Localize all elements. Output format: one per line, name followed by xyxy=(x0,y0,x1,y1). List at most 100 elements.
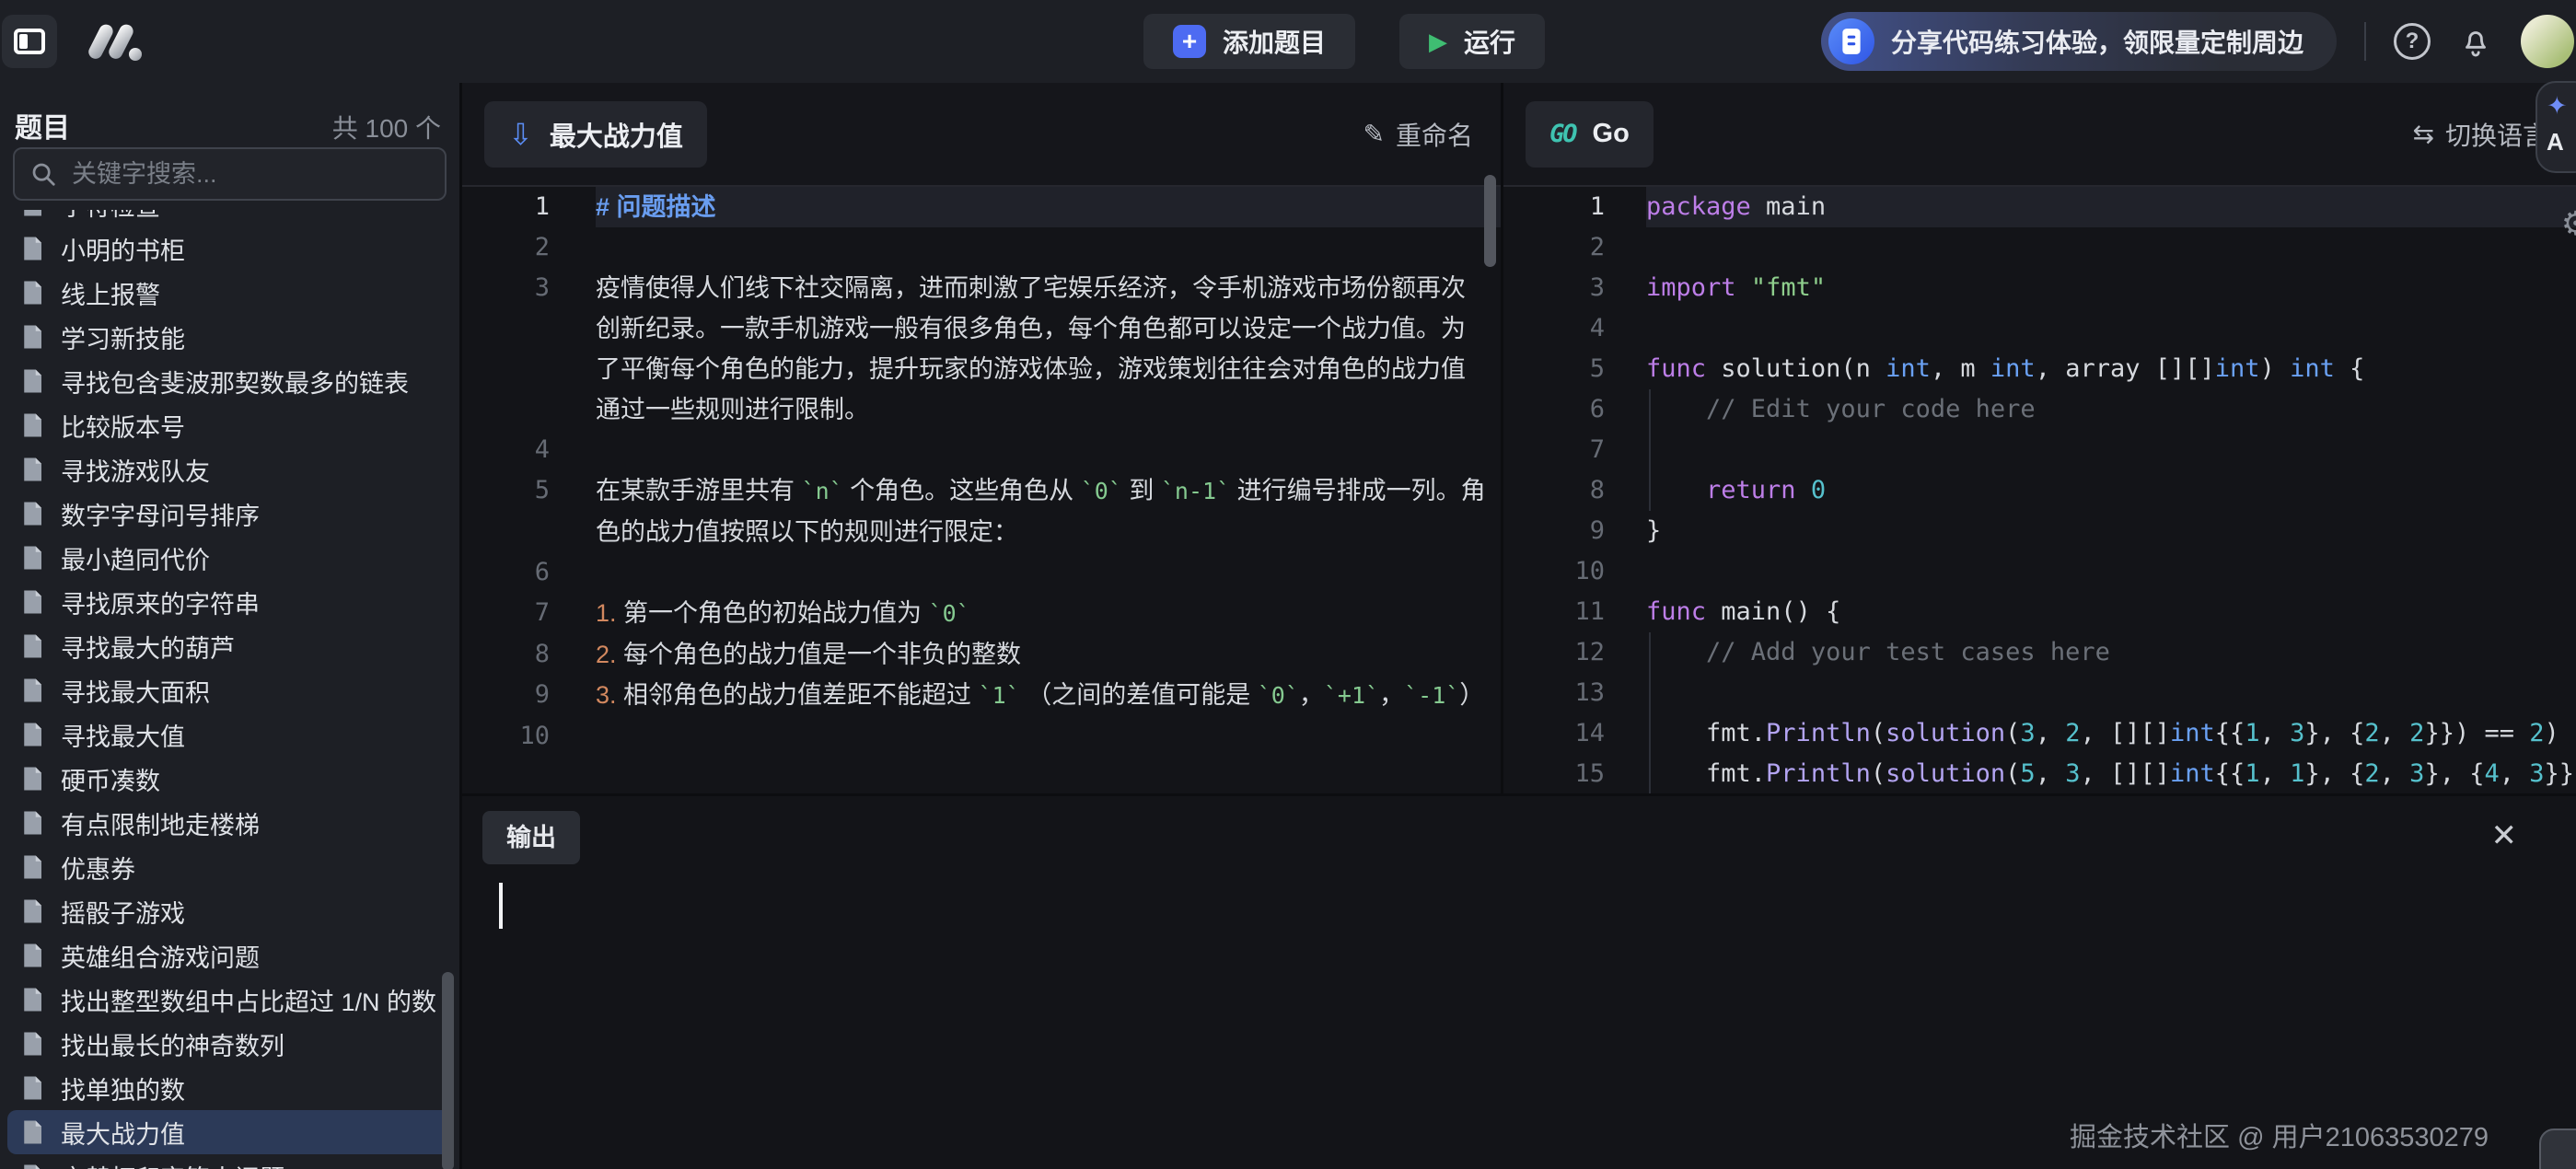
sidebar-scrollbar[interactable] xyxy=(442,972,454,1169)
sidebar-item[interactable]: 英雄组合游戏问题 xyxy=(7,933,452,978)
sidebar-toggle-button[interactable] xyxy=(2,15,57,68)
code-line: 6 // Edit your code here xyxy=(1503,389,2576,430)
sidebar-item[interactable]: 寻找最大面积 xyxy=(7,668,452,712)
ai-letter-icon: A xyxy=(2547,127,2564,156)
code-line: 14 fmt.Println(solution(3, 2, [][]int{{1… xyxy=(1503,713,2576,754)
sidebar-item[interactable]: 交替打印字符串问题 xyxy=(7,1154,452,1169)
code-line-content xyxy=(1646,227,2576,268)
code-line: 8 return 0 xyxy=(1503,470,2576,511)
problem-line-content: 1. 第一个角色的初始战力值为 `0` xyxy=(596,593,1501,634)
problem-scrollbar[interactable] xyxy=(1484,175,1496,267)
search-box[interactable] xyxy=(13,147,447,201)
sidebar-item[interactable]: 摇骰子游戏 xyxy=(7,889,452,933)
sidebar-item[interactable]: 寻找游戏队友 xyxy=(7,447,452,492)
problem-line: 1# 问题描述 xyxy=(462,187,1501,227)
file-icon xyxy=(18,279,46,307)
code-editor[interactable]: 1package main23import "fmt"45func soluti… xyxy=(1503,187,2576,793)
sidebar-item-label: 字符检查 xyxy=(61,210,160,223)
sidebar-item[interactable]: 找出整型数组中占比超过 1/N 的数 xyxy=(7,978,452,1022)
file-icon xyxy=(18,897,46,925)
sidebar-item-label: 硬币凑数 xyxy=(61,761,160,797)
problem-editor[interactable]: 1# 问题描述23疫情使得人们线下社交隔离，进而刺激了宅娱乐经济，令手机游戏市场… xyxy=(462,187,1501,793)
sidebar-item[interactable]: 小明的书柜 xyxy=(7,226,452,271)
code-line-content xyxy=(1646,308,2576,349)
file-icon xyxy=(18,235,46,262)
add-question-button[interactable]: + 添加题目 xyxy=(1143,14,1355,69)
code-line-content xyxy=(1646,551,2576,592)
line-number: 13 xyxy=(1503,673,1605,713)
sidebar-item-label: 最大战力值 xyxy=(61,1115,185,1151)
sidebar-item[interactable]: 寻找最大值 xyxy=(7,712,452,757)
language-tab[interactable]: GO Go xyxy=(1526,101,1654,168)
sidebar-item-label: 寻找游戏队友 xyxy=(61,452,210,488)
line-number: 9 xyxy=(462,675,550,716)
search-input[interactable] xyxy=(70,159,430,190)
line-number: 2 xyxy=(1503,227,1605,268)
sidebar-item[interactable]: 找单独的数 xyxy=(7,1066,452,1110)
line-number: 9 xyxy=(1503,511,1605,551)
file-icon xyxy=(18,323,46,351)
sidebar-item-label: 寻找最大的葫芦 xyxy=(61,629,235,665)
panel-toggle-icon xyxy=(14,29,45,54)
topbar-divider xyxy=(2364,22,2366,61)
sidebar-item[interactable]: 有点限制地走楼梯 xyxy=(7,801,452,845)
problem-line-content xyxy=(596,552,1501,593)
problem-tab[interactable]: ⇩ 最大战力值 xyxy=(484,101,707,168)
file-icon xyxy=(18,367,46,395)
sidebar-item[interactable]: 寻找包含斐波那契数最多的链表 xyxy=(7,359,452,403)
sidebar-item[interactable]: 找出最长的神奇数列 xyxy=(7,1022,452,1066)
user-avatar[interactable] xyxy=(2521,15,2574,68)
add-question-label: 添加题目 xyxy=(1223,23,1326,60)
problem-line-content: # 问题描述 xyxy=(596,187,1501,227)
sidebar-item-label: 小明的书柜 xyxy=(61,231,185,267)
switch-language-button[interactable]: ⇆ 切换语言 xyxy=(2408,115,2554,154)
sidebar-item[interactable]: 线上报警 xyxy=(7,271,452,315)
sidebar-item[interactable]: 最小趋同代价 xyxy=(7,536,452,580)
code-line: 11func main() { xyxy=(1503,592,2576,632)
line-number: 6 xyxy=(1503,389,1605,430)
code-line-content: fmt.Println(solution(5, 3, [][]int{{1, 1… xyxy=(1646,754,2576,793)
ai-assistant-rail[interactable]: ✦ A xyxy=(2535,81,2576,173)
rename-button[interactable]: ✎ 重命名 xyxy=(1358,115,1479,154)
line-number: 15 xyxy=(1503,754,1605,793)
notification-bell-icon[interactable] xyxy=(2458,24,2493,59)
rename-label: 重命名 xyxy=(1396,116,1473,153)
run-button[interactable]: ▶ 运行 xyxy=(1399,14,1545,69)
sidebar-item[interactable]: 比较版本号 xyxy=(7,403,452,447)
code-line: 2 xyxy=(1503,227,2576,268)
sidebar-item[interactable]: 字符检查 xyxy=(7,210,452,226)
code-line: 9} xyxy=(1503,511,2576,551)
sidebar-item-label: 最小趋同代价 xyxy=(61,540,210,576)
file-icon xyxy=(18,1118,46,1146)
corner-floating-button[interactable] xyxy=(2539,1128,2576,1169)
sidebar-item[interactable]: 硬币凑数 xyxy=(7,757,452,801)
file-icon xyxy=(18,677,46,704)
sidebar-item-label: 交替打印字符串问题 xyxy=(61,1159,284,1169)
promo-banner[interactable]: 分享代码练习体验，领限量定制周边 xyxy=(1821,12,2337,71)
file-icon xyxy=(18,544,46,572)
sidebar-item[interactable]: 数字字母问号排序 xyxy=(7,492,452,536)
sidebar-item[interactable]: 学习新技能 xyxy=(7,315,452,359)
problem-line: 5在某款手游里共有 `n` 个角色。这些角色从 `0` 到 `n-1` 进行编号… xyxy=(462,470,1501,552)
help-icon[interactable]: ? xyxy=(2394,23,2431,60)
line-number: 6 xyxy=(462,552,550,593)
code-line: 1package main xyxy=(1503,187,2576,227)
code-line: 7 xyxy=(1503,430,2576,470)
line-number: 5 xyxy=(462,470,550,552)
sidebar-item[interactable]: 最大战力值 xyxy=(7,1110,452,1154)
sidebar-item[interactable]: 寻找最大的葫芦 xyxy=(7,624,452,668)
topbar-actions: + 添加题目 ▶ 运行 xyxy=(1143,14,1545,69)
problem-panel: ⇩ 最大战力值 ✎ 重命名 1# 问题描述23疫情使得人们线下社交隔离，进而刺激… xyxy=(462,83,1501,793)
output-tab[interactable]: 输出 xyxy=(482,811,580,864)
topbar: + 添加题目 ▶ 运行 分享代码练习体验，领限量定制周边 ? xyxy=(0,0,2576,83)
sidebar-item[interactable]: 寻找原来的字符串 xyxy=(7,580,452,624)
problem-line: 6 xyxy=(462,552,1501,593)
file-icon xyxy=(18,986,46,1013)
sidebar-item[interactable]: 优惠券 xyxy=(7,845,452,889)
file-icon xyxy=(18,456,46,483)
close-output-icon[interactable]: ✕ xyxy=(2486,816,2524,855)
file-icon xyxy=(18,721,46,748)
ai-sparkle-icon: ✦ xyxy=(2547,90,2568,122)
settings-gear-icon[interactable]: ⚙ xyxy=(2561,204,2576,243)
code-line-content: fmt.Println(solution(3, 2, [][]int{{1, 3… xyxy=(1646,713,2576,754)
